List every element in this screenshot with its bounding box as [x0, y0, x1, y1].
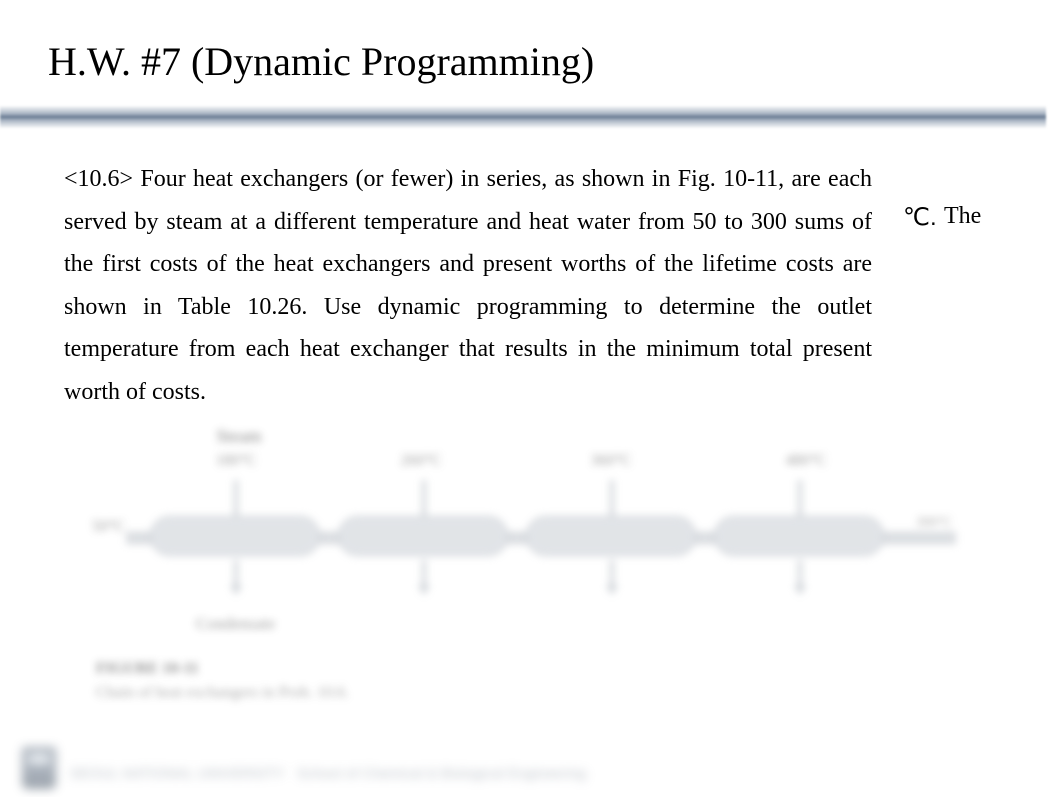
heat-exchanger-2 — [338, 516, 508, 556]
problem-statement: <10.6> Four heat exchangers (or fewer) i… — [64, 158, 872, 413]
condensate-pipe-4 — [798, 560, 802, 586]
condensate-pipe-3 — [610, 560, 614, 586]
institution-name: SEOUL NATIONAL UNIVERSITY — [70, 765, 284, 781]
steam-temp-1: 180°C — [206, 452, 266, 470]
condensate-label: Condensate — [196, 614, 275, 634]
heat-exchanger-4 — [714, 516, 884, 556]
heat-exchanger-1 — [150, 516, 320, 556]
university-logo-icon — [22, 747, 56, 789]
steam-temp-3: 360°C — [586, 452, 636, 470]
heat-exchanger-3 — [526, 516, 696, 556]
steam-temp-4: 480°C — [781, 452, 831, 470]
arrow-down-icon — [606, 585, 618, 595]
steam-label: Steam — [214, 426, 264, 447]
figure-number: FIGURE 10-11 — [96, 660, 199, 678]
horizontal-rule — [0, 106, 1046, 128]
steam-pipe-2 — [422, 480, 426, 516]
footer-text: SEOUL NATIONAL UNIVERSITY School of Chem… — [70, 765, 586, 781]
figure-diagram: Steam 180°C 260°C 360°C 480°C 50°C 300°C… — [86, 420, 966, 720]
arrow-down-icon — [794, 585, 806, 595]
degree-symbol: ℃. — [903, 203, 937, 232]
steam-pipe-4 — [798, 480, 802, 516]
department-name: School of Chemical & Biological Engineer… — [297, 765, 586, 781]
outlet-temp-label: 300°C — [916, 515, 952, 531]
arrow-down-icon — [230, 585, 242, 595]
figure-caption: Chain of heat exchangers in Prob. 10.6. — [96, 684, 349, 702]
footer: SEOUL NATIONAL UNIVERSITY School of Chem… — [0, 741, 1046, 797]
condensate-pipe-2 — [422, 560, 426, 586]
page-title: H.W. #7 (Dynamic Programming) — [48, 38, 594, 85]
steam-pipe-1 — [234, 480, 238, 516]
trailing-word: The — [944, 203, 981, 230]
steam-pipe-3 — [610, 480, 614, 516]
condensate-pipe-1 — [234, 560, 238, 586]
arrow-down-icon — [418, 585, 430, 595]
inlet-temp-label: 50°C — [92, 518, 125, 536]
steam-temp-2: 260°C — [396, 452, 446, 470]
